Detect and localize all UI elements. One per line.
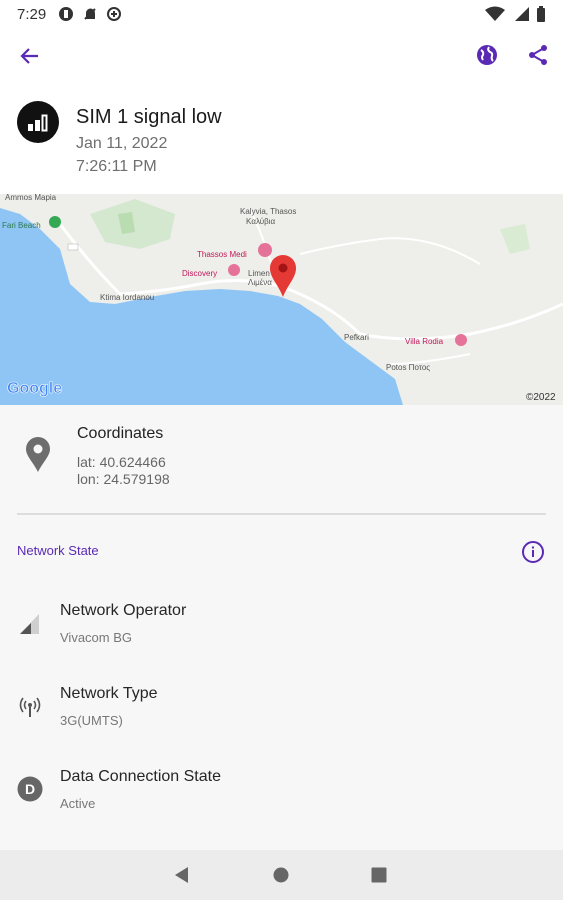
network-state-title: Network State	[17, 543, 99, 558]
svg-text:D: D	[25, 781, 35, 797]
signal-bars-icon	[17, 101, 59, 143]
map-label-pefkari: Pefkari	[344, 333, 369, 342]
coordinates-lon: lon: 24.579198	[77, 471, 170, 487]
wifi-icon	[484, 6, 506, 27]
network-operator-title: Network Operator	[60, 602, 187, 619]
nav-back-icon[interactable]	[174, 866, 190, 889]
share-icon[interactable]	[526, 43, 550, 72]
map-copyright: ©2022	[526, 392, 556, 403]
data-connection-value: Active	[60, 796, 96, 811]
map-label-fari-beach: Fari Beach	[2, 221, 41, 230]
antenna-icon	[18, 695, 42, 724]
event-title: SIM 1 signal low	[76, 106, 222, 128]
event-date: Jan 11, 2022	[76, 135, 168, 152]
location-map[interactable]: Ammos Mapia Fari Beach Kalyvia, Thasos K…	[0, 194, 563, 405]
globe-icon[interactable]	[475, 43, 499, 72]
map-label-kalyvia-greek: Kαλύβια	[246, 217, 276, 226]
map-label-discovery: Discovery	[182, 269, 217, 278]
battery-icon	[536, 6, 546, 27]
location-pin-icon	[25, 437, 51, 478]
map-label-ammos: Ammos Mapia	[5, 194, 57, 202]
map-label-thassos-medi: Thassos Medi	[197, 250, 247, 259]
section-divider	[17, 513, 546, 515]
coordinates-lat: lat: 40.624466	[77, 454, 166, 470]
event-time: 7:26:11 PM	[76, 158, 157, 175]
cell-signal-icon	[514, 6, 530, 27]
network-operator-value: Vivacom BG	[60, 630, 133, 645]
cell-signal-icon	[19, 613, 41, 640]
network-type-value: 3G(UMTS)	[60, 713, 123, 728]
info-icon[interactable]	[521, 540, 545, 569]
map-label-limen: Limen	[248, 269, 270, 278]
nav-home-icon[interactable]	[273, 867, 289, 888]
google-logo: Google	[7, 380, 62, 397]
coordinates-title: Coordinates	[77, 425, 164, 442]
map-label-limen-greek: Λιμένα	[248, 278, 272, 287]
status-time: 7:29	[17, 6, 47, 23]
notification-circle-icon	[58, 6, 74, 27]
map-label-potos: Potos Ποτος	[386, 363, 430, 372]
data-connection-title: Data Connection State	[60, 768, 221, 785]
map-label-kalyvia: Kalyvia, Thasos	[240, 207, 296, 216]
map-label-ktima: Ktima Iordanou	[100, 293, 154, 302]
data-state-d-icon: D	[17, 776, 43, 807]
map-label-villa-rodia: Villa Rodia	[405, 337, 444, 346]
network-type-title: Network Type	[60, 685, 158, 702]
status-bar: 7:29	[0, 0, 563, 28]
notification-bell-icon	[82, 6, 98, 27]
nav-recents-icon[interactable]	[371, 867, 387, 888]
back-arrow-icon[interactable]	[18, 44, 42, 73]
data-saver-icon	[106, 6, 122, 27]
